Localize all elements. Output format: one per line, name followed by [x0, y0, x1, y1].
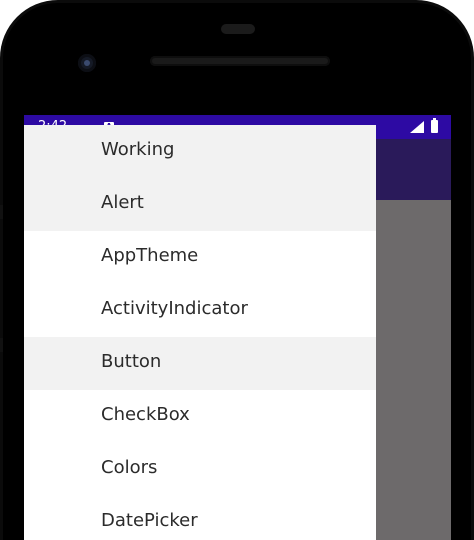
drawer-item-label: DatePicker — [101, 510, 198, 531]
drawer-item-working[interactable]: Working — [24, 125, 376, 178]
drawer-item-label: Alert — [101, 192, 144, 213]
drawer-item-label: Colors — [101, 457, 158, 478]
drawer-item-checkbox[interactable]: CheckBox — [24, 390, 376, 443]
drawer-item-datepicker[interactable]: DatePicker — [24, 496, 376, 540]
earpiece-notch — [221, 24, 255, 34]
drawer-item-label: Button — [101, 351, 162, 372]
navigation-drawer: Working Alert AppTheme ActivityIndicator… — [24, 125, 376, 540]
side-edge-mark — [0, 205, 3, 219]
drawer-item-apptheme[interactable]: AppTheme — [24, 231, 376, 284]
drawer-item-label: Working — [101, 139, 175, 160]
drawer-item-activityindicator[interactable]: ActivityIndicator — [24, 284, 376, 337]
drawer-item-label: CheckBox — [101, 404, 190, 425]
device-screen: 2:42 A Working Alert AppTheme ActivityIn… — [24, 115, 451, 540]
cell-signal-icon — [410, 121, 424, 133]
front-camera-icon — [78, 54, 96, 72]
app-bar — [376, 139, 451, 200]
drawer-item-alert[interactable]: Alert — [24, 178, 376, 231]
drawer-item-label: ActivityIndicator — [101, 298, 248, 319]
battery-icon — [431, 118, 438, 133]
side-edge-mark — [0, 338, 3, 352]
drawer-item-label: AppTheme — [101, 245, 199, 266]
drawer-item-colors[interactable]: Colors — [24, 443, 376, 496]
drawer-item-button[interactable]: Button — [24, 337, 376, 390]
phone-frame: 2:42 A Working Alert AppTheme ActivityIn… — [0, 0, 474, 540]
speaker-grille — [150, 56, 330, 66]
